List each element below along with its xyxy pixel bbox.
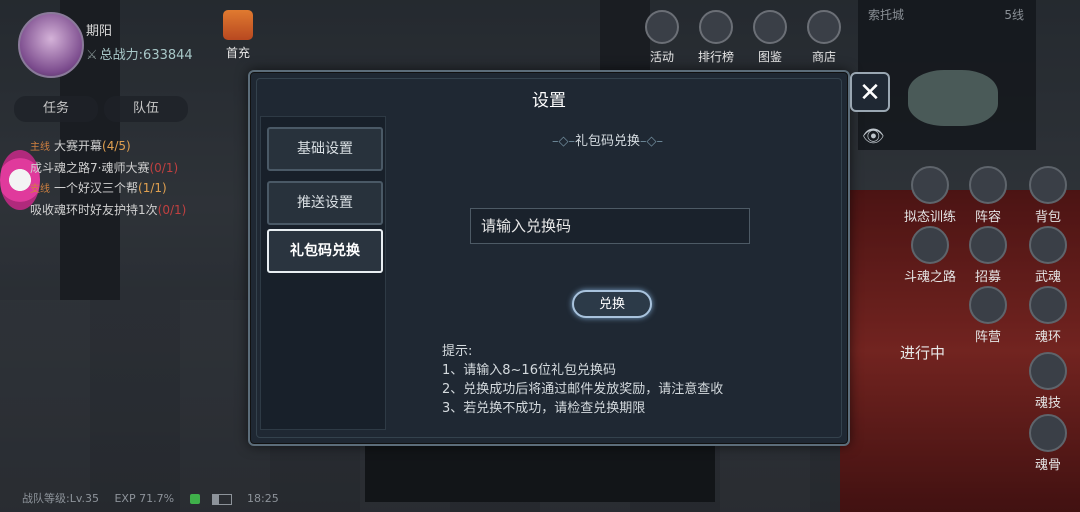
quest-list: 主线 大赛开幕(4/5) 成斗魂之路7·魂师大赛(0/1) 支线 一个好汉三个帮(1… [20,136,220,220]
activity-label: 活动 [649,50,674,64]
soul-road-button[interactable]: 斗魂之路 [902,226,958,285]
dialog-title: 设置 [532,91,566,111]
tip-line: 2、兑换成功后将通过邮件发放奖励，请注意查收 [442,382,724,397]
status-bar: 战队等级:Lv.35 EXP 71.7% 18:25 [22,490,291,506]
shop-button[interactable]: 商店 [802,10,846,65]
power-label: 总战力: [99,48,144,63]
swords-icon: ⚔ [86,48,98,63]
soul-bone-button[interactable]: 魂骨 [1026,414,1070,473]
camp-button[interactable]: 阵营 [966,286,1010,345]
soul-ring-button[interactable]: 魂环 [1026,286,1070,345]
atlas-label: 图鉴 [757,50,782,64]
settings-menu: 基础设置 推送设置 礼包码兑换 [260,116,386,430]
atlas-icon [753,10,787,44]
redeem-button[interactable]: 兑换 [572,290,652,318]
recruit-button[interactable]: 招募 [966,226,1010,285]
quest-item[interactable]: 主线 大赛开幕(4/5) [20,136,220,158]
soul-bone-label: 魂骨 [1034,458,1061,473]
gift-code-input[interactable] [470,208,750,244]
tab-team[interactable]: 队伍 [104,96,188,122]
shop-icon [807,10,841,44]
martial-soul-button[interactable]: 武魂 [1026,226,1070,285]
quest-progress: (0/1) [157,203,187,217]
shop-label: 商店 [811,50,836,64]
quest-progress: (0/1) [149,161,179,175]
first-recharge-button[interactable]: 首充 [218,10,258,61]
soul-road-icon [911,226,949,264]
exp-percent: EXP 71.7% [114,492,175,505]
section-title: –◇–礼包码兑换–◇– [552,130,663,149]
quest-item[interactable]: 支线 一个好汉三个帮(1/1) [20,178,220,200]
bag-icon [1029,166,1067,204]
decor-right: –◇– [640,134,664,149]
section-title-text: 礼包码兑换 [575,134,641,149]
trophy-icon [699,10,733,44]
soul-ring-icon [1029,286,1067,324]
camp-icon [969,286,1007,324]
camp-label: 阵营 [974,330,1001,345]
recruit-label: 招募 [974,270,1001,285]
training-button[interactable]: 拟态训练 [902,166,958,225]
tips-block: 提示: 1、请输入8~16位礼包兑换码 2、兑换成功后将通过邮件发放奖励，请注意… [442,342,723,418]
in-progress-label: 进行中 [900,344,946,362]
team-level: 战队等级:Lv.35 [22,492,99,505]
decor-left: –◇– [552,134,575,149]
quest-count: (4/5) [102,139,131,153]
minimap-line: 5线 [1004,8,1024,22]
ranking-label: 排行榜 [697,50,734,64]
eye-icon[interactable]: 👁 [862,126,885,147]
tab-push-settings[interactable]: 推送设置 [267,181,383,225]
combat-power: ⚔ 总战力:633844 [86,44,193,63]
power-value: 633844 [143,48,193,63]
quest-desc-text: 成斗魂之路7·魂师大赛 [30,161,150,175]
bag-button[interactable]: 背包 [1026,166,1070,225]
quest-desc-text: 吸收魂环时好友护持1次 [30,203,158,217]
martial-soul-label: 武魂 [1034,270,1061,285]
quest-title: 一个好汉三个帮 [54,181,139,195]
quest-title: 大赛开幕 [54,139,103,153]
settings-dialog: 设置 基础设置 推送设置 礼包码兑换 –◇–礼包码兑换–◇– 兑换 提示: 1、… [248,70,850,446]
battery-icon [211,493,232,505]
soul-skill-icon [1029,352,1067,390]
martial-soul-icon [1029,226,1067,264]
activity-button[interactable]: 活动 [640,10,684,65]
close-button[interactable]: ✕ [850,72,890,112]
clock-time: 18:25 [247,492,279,505]
training-icon [911,166,949,204]
tips-title: 提示: [442,344,473,359]
lineup-button[interactable]: 阵容 [966,166,1010,225]
gift-box-icon [223,10,253,40]
soul-skill-label: 魂技 [1034,396,1061,411]
tab-basic-settings[interactable]: 基础设置 [267,127,383,171]
minimap-terrain [908,70,998,126]
player-avatar[interactable] [18,12,84,78]
minimap-city: 索托城 [868,8,905,22]
soul-ring-label: 魂环 [1034,330,1061,345]
training-label: 拟态训练 [903,210,956,225]
quest-tabs: 任务 队伍 [14,96,234,122]
soul-bone-icon [1029,414,1067,452]
soul-road-label: 斗魂之路 [903,270,956,285]
tip-line: 3、若兑换不成功，请检查兑换期限 [442,401,646,416]
recruit-icon [969,226,1007,264]
tab-gift-code-redeem[interactable]: 礼包码兑换 [267,229,383,273]
wifi-icon [189,494,200,504]
first-recharge-label: 首充 [225,46,250,60]
tab-quests[interactable]: 任务 [14,96,98,122]
ranking-button[interactable]: 排行榜 [694,10,738,65]
quest-tag: 支线 [30,184,50,195]
atlas-button[interactable]: 图鉴 [748,10,792,65]
quest-desc: 吸收魂环时好友护持1次(0/1) [20,200,220,220]
quest-count: (1/1) [138,181,167,195]
quest-tag: 主线 [30,142,50,153]
player-name: 期阳 [86,24,113,39]
lineup-label: 阵容 [974,210,1001,225]
quest-desc: 成斗魂之路7·魂师大赛(0/1) [20,158,220,178]
bag-label: 背包 [1034,210,1061,225]
lineup-icon [969,166,1007,204]
soul-skill-button[interactable]: 魂技 [1026,352,1070,411]
tip-line: 1、请输入8~16位礼包兑换码 [442,363,616,378]
activity-icon [645,10,679,44]
